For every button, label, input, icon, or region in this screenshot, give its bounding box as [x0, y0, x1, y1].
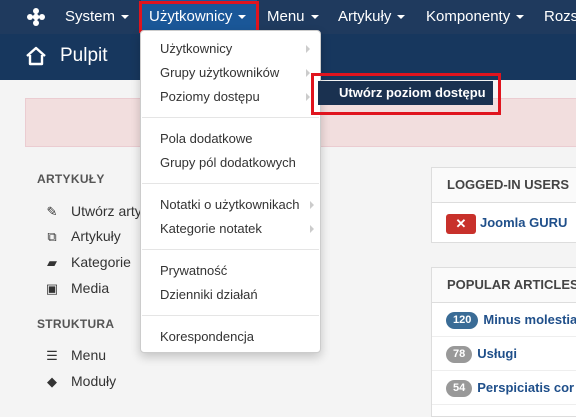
menu-item-access-levels[interactable]: Poziomy dostępu [160, 89, 260, 104]
sidebar-item-create-article[interactable]: ✎ Utwórz arty [44, 202, 142, 220]
topnav-articles-label: Artykuły [338, 8, 392, 25]
menu-item-note-categories[interactable]: Kategorie notatek [160, 221, 262, 236]
chevron-right-icon [306, 45, 310, 53]
menu-item-users[interactable]: Użytkownicy [160, 41, 232, 56]
menu-divider [142, 315, 319, 316]
chevron-down-icon [310, 15, 319, 20]
user-link[interactable]: Joomla GURU [480, 215, 567, 230]
topnav-articles[interactable]: Artykuły [338, 0, 406, 34]
menu-item-action-logs[interactable]: Dzienniki działań [160, 287, 258, 302]
image-icon: ▣ [45, 281, 59, 296]
article-link[interactable]: Minus molestia [483, 312, 576, 327]
chevron-down-icon [516, 15, 525, 20]
topnav-system[interactable]: System [65, 0, 130, 34]
topnav-system-label: System [65, 8, 116, 25]
topnav-components[interactable]: Komponenty [426, 0, 525, 34]
sidebar-item-media[interactable]: ▣ Media [44, 279, 109, 297]
sidebar-item-label: Media [71, 280, 110, 296]
sidebar-item-label: Artykuły [71, 228, 121, 244]
joomla-logo-icon[interactable] [26, 7, 46, 27]
hits-badge: 54 [446, 380, 473, 398]
logged-in-users-panel: LOGGED-IN USERS ✕ Joomla GURU [431, 167, 576, 243]
sidebar-item-modules[interactable]: ◆ Moduły [44, 372, 116, 390]
chevron-down-icon [397, 15, 406, 20]
section-title-structure: STRUKTURA [37, 317, 115, 331]
panel-title: POPULAR ARTICLES [432, 268, 576, 303]
sidebar-item-label: Moduły [71, 373, 117, 389]
menu-item-field-groups[interactable]: Grupy pól dodatkowych [160, 155, 296, 170]
page-title: Pulpit [60, 45, 108, 66]
menu-divider [142, 183, 319, 184]
menu-item-fields[interactable]: Pola dodatkowe [160, 131, 253, 146]
sidebar-item-label: Menu [71, 347, 107, 363]
section-title-articles: ARTYKUŁY [37, 172, 105, 186]
topnav-menu-label: Menu [267, 8, 305, 25]
hits-badge: 120 [446, 312, 479, 330]
article-link[interactable]: Perspiciatis cor [477, 380, 574, 395]
chevron-right-icon [306, 93, 310, 101]
users-dropdown-menu: Użytkownicy Grupy użytkowników Poziomy d… [140, 30, 321, 353]
article-link[interactable]: Usługi [477, 346, 517, 361]
copy-icon: ⧉ [47, 229, 57, 244]
menu-item-privacy[interactable]: Prywatność [160, 263, 227, 278]
chevron-right-icon [310, 225, 314, 233]
list-item: 54 Perspiciatis cor [432, 371, 576, 405]
sidebar-item-menu[interactable]: ☰ Menu [44, 346, 106, 364]
menu-item-user-groups[interactable]: Grupy użytkowników [160, 65, 279, 80]
highlight-create-access-level [311, 73, 501, 115]
home-icon [26, 46, 46, 66]
sidebar-item-articles[interactable]: ⧉ Artykuły [44, 227, 121, 245]
topnav-extensions-label: Rozs [544, 8, 576, 25]
list-item: 78 Usługi [432, 337, 576, 371]
list-icon: ☰ [46, 348, 58, 363]
popular-articles-panel: POPULAR ARTICLES 120 Minus molestia 78 Usł… [431, 267, 576, 417]
chevron-down-icon [121, 15, 130, 20]
panel-title: LOGGED-IN USERS [432, 168, 576, 203]
chevron-right-icon [306, 69, 310, 77]
menu-divider [142, 117, 319, 118]
menu-item-mass-mail[interactable]: Korespondencja [160, 329, 254, 344]
list-item: ✕ Joomla GURU [432, 203, 576, 243]
hits-badge: 78 [446, 346, 473, 364]
cube-icon: ◆ [47, 374, 57, 389]
sidebar-item-categories[interactable]: ▰ Kategorie [44, 253, 131, 271]
sidebar-item-label: Kategorie [71, 254, 131, 270]
logout-user-button[interactable]: ✕ [446, 213, 476, 234]
topnav-menu[interactable]: Menu [267, 0, 319, 34]
menu-item-user-notes[interactable]: Notatki o użytkownikach [160, 197, 299, 212]
chevron-right-icon [310, 201, 314, 209]
pencil-icon: ✎ [46, 204, 58, 219]
topnav-extensions[interactable]: Rozs [544, 0, 576, 34]
folder-icon: ▰ [47, 255, 57, 270]
sidebar-item-label: Utwórz arty [71, 203, 142, 219]
highlight-users-menu [139, 1, 259, 33]
menu-divider [142, 249, 319, 250]
topnav-components-label: Komponenty [426, 8, 511, 25]
list-item: 120 Minus molestia [432, 303, 576, 337]
